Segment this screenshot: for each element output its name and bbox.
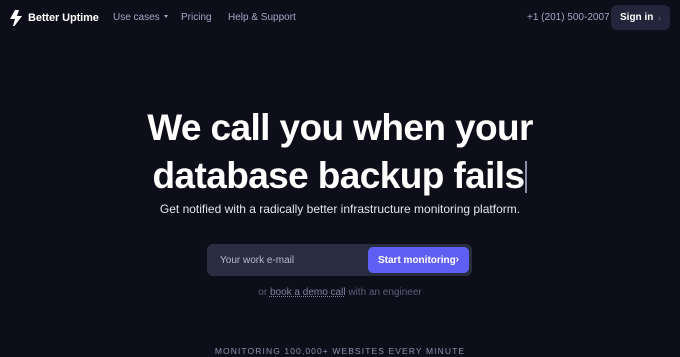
start-monitoring-label: Start monitoring bbox=[378, 254, 456, 266]
chevron-right-icon: › bbox=[658, 13, 661, 23]
hero-headline: We call you when your database backup fa… bbox=[0, 104, 680, 200]
demo-suffix: with an engineer bbox=[348, 287, 422, 298]
nav-use-cases[interactable]: Use cases bbox=[113, 12, 168, 23]
signup-form: Start monitoring › bbox=[207, 244, 472, 276]
sign-in-button[interactable]: Sign in › bbox=[611, 5, 670, 30]
brand-logo[interactable]: Better Uptime bbox=[9, 10, 99, 26]
headline-line-2-wrap: database backup fails bbox=[0, 152, 680, 200]
demo-prefix: or bbox=[258, 287, 268, 298]
monitoring-stat: MONITORING 100,000+ WEBSITES EVERY MINUT… bbox=[214, 346, 466, 356]
lightning-bolt-icon bbox=[10, 10, 22, 26]
start-monitoring-button[interactable]: Start monitoring › bbox=[368, 247, 469, 273]
email-input[interactable] bbox=[207, 244, 367, 276]
top-navigation: Better Uptime Use cases Pricing Help & S… bbox=[0, 0, 680, 36]
caret-down-icon bbox=[163, 15, 168, 18]
chevron-right-icon: › bbox=[455, 254, 459, 265]
phone-number[interactable]: +1 (201) 500-2007 bbox=[527, 12, 610, 23]
demo-call-line: or book a demo call with an engineer bbox=[0, 287, 680, 298]
nav-pricing[interactable]: Pricing bbox=[181, 12, 212, 23]
book-demo-link[interactable]: book a demo call bbox=[270, 287, 346, 298]
headline-line-2: database backup fails bbox=[152, 155, 526, 196]
nav-use-cases-label: Use cases bbox=[113, 12, 160, 23]
nav-help-support[interactable]: Help & Support bbox=[228, 12, 296, 23]
typing-cursor bbox=[525, 161, 528, 193]
brand-name: Better Uptime bbox=[28, 12, 99, 24]
headline-line-1: We call you when your bbox=[147, 107, 533, 148]
sign-in-label: Sign in bbox=[620, 12, 654, 23]
hero-subheadline: Get notified with a radically better inf… bbox=[159, 202, 521, 216]
